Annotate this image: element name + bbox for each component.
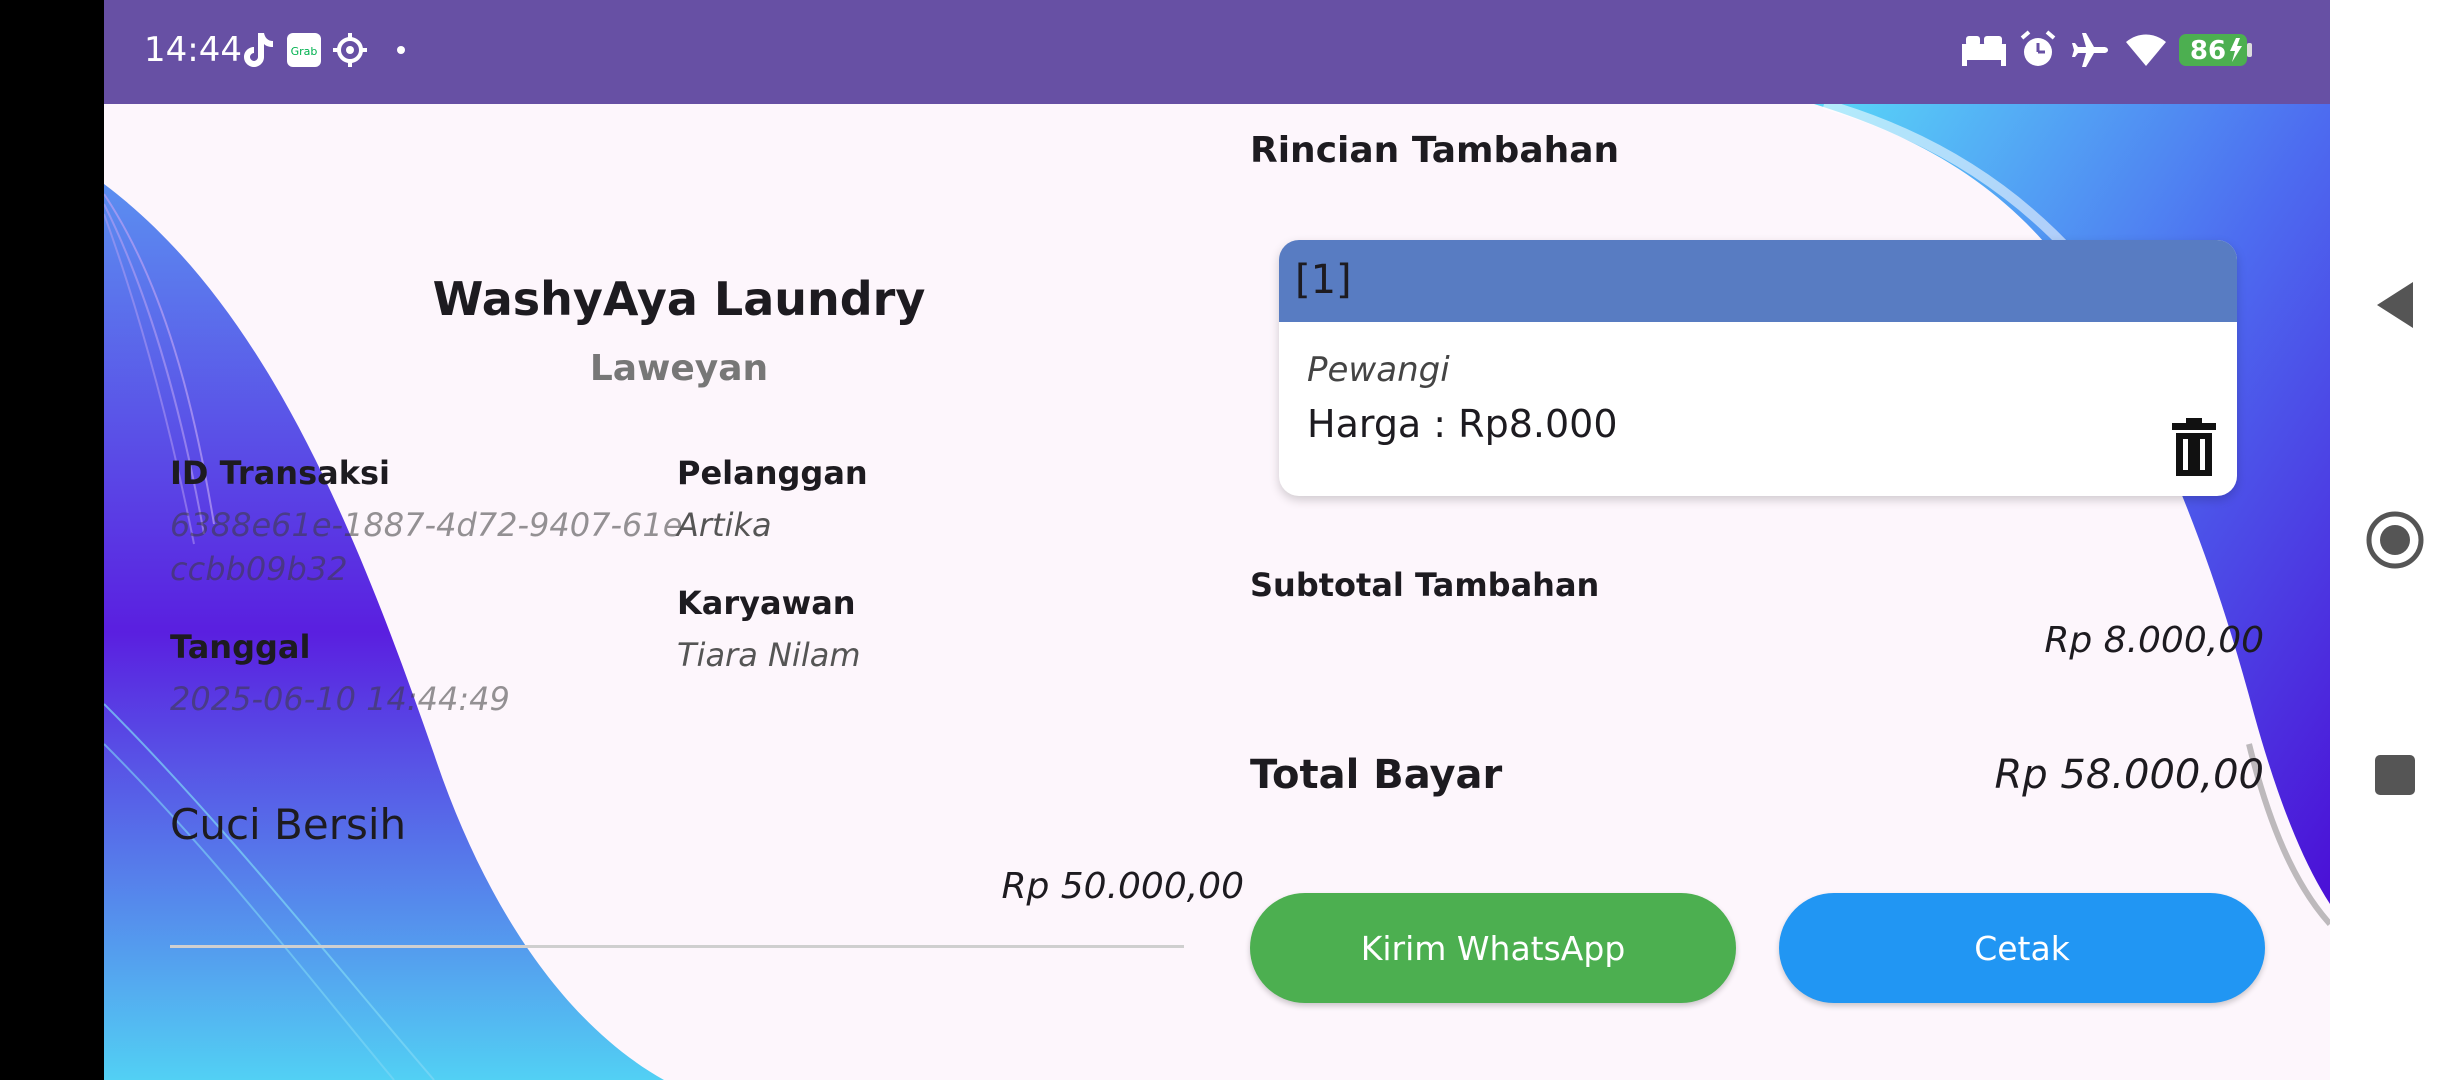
bed-icon <box>1960 28 2008 72</box>
date-label: Tanggal <box>170 628 311 666</box>
extra-item-card: [1] Pewangi Harga : Rp8.000 <box>1279 240 2237 496</box>
divider <box>170 945 1184 948</box>
app-screen: 14:44 Grab 86 WashyAya Laundry Laweyan I… <box>104 0 2330 1080</box>
extra-item-name: Pewangi <box>1307 350 1450 390</box>
subtotal-extras-label: Subtotal Tambahan <box>1250 566 1600 604</box>
dot-icon <box>396 28 406 72</box>
service-price: Rp 50.000,00 <box>1001 866 1244 907</box>
send-whatsapp-button[interactable]: Kirim WhatsApp <box>1250 893 1736 1003</box>
battery-icon: 86 <box>2178 28 2254 72</box>
back-icon[interactable] <box>2330 260 2460 350</box>
employee-value: Tiara Nilam <box>677 636 861 674</box>
extra-item-index: [1] <box>1279 240 2237 322</box>
navigation-bar <box>2330 0 2460 1080</box>
branch-name: Laweyan <box>589 348 769 389</box>
transaction-id-line1: 6388e61e-1887-4d72-9407-61e <box>170 506 683 544</box>
employee-label: Karyawan <box>677 584 856 622</box>
extra-item-price: Harga : Rp8.000 <box>1307 402 1618 446</box>
receipt-content: WashyAya Laundry Laweyan ID Transaksi 63… <box>104 104 2330 1080</box>
customer-value: Artika <box>677 506 772 544</box>
airplane-icon <box>2070 28 2110 72</box>
transaction-id-line2: ccbb09b32 <box>170 550 348 588</box>
customer-label: Pelanggan <box>677 454 868 492</box>
grab-icon: Grab <box>286 28 322 72</box>
settings-icon <box>332 28 368 72</box>
print-button[interactable]: Cetak <box>1779 893 2265 1003</box>
transaction-id-label: ID Transaksi <box>170 454 391 492</box>
wifi-icon <box>2124 28 2168 72</box>
tiktok-icon <box>240 28 274 72</box>
battery-level: 86 <box>2190 36 2226 66</box>
left-black-bezel <box>0 0 104 1080</box>
alarm-icon <box>2018 28 2058 72</box>
status-bar: 14:44 Grab 86 <box>104 0 2330 104</box>
service-name: Cuci Bersih <box>170 800 407 849</box>
delete-icon[interactable] <box>2171 418 2217 480</box>
total-label: Total Bayar <box>1250 752 1503 798</box>
subtotal-extras-value: Rp 8.000,00 <box>2044 620 2264 661</box>
date-value: 2025-06-10 14:44:49 <box>170 680 510 718</box>
total-value: Rp 58.000,00 <box>1994 752 2264 798</box>
extras-title: Rincian Tambahan <box>1250 130 1620 171</box>
svg-text:Grab: Grab <box>291 45 318 58</box>
shop-name: WashyAya Laundry <box>432 272 926 326</box>
recents-icon[interactable] <box>2330 730 2460 820</box>
home-icon[interactable] <box>2330 495 2460 585</box>
status-time: 14:44 <box>144 30 242 70</box>
